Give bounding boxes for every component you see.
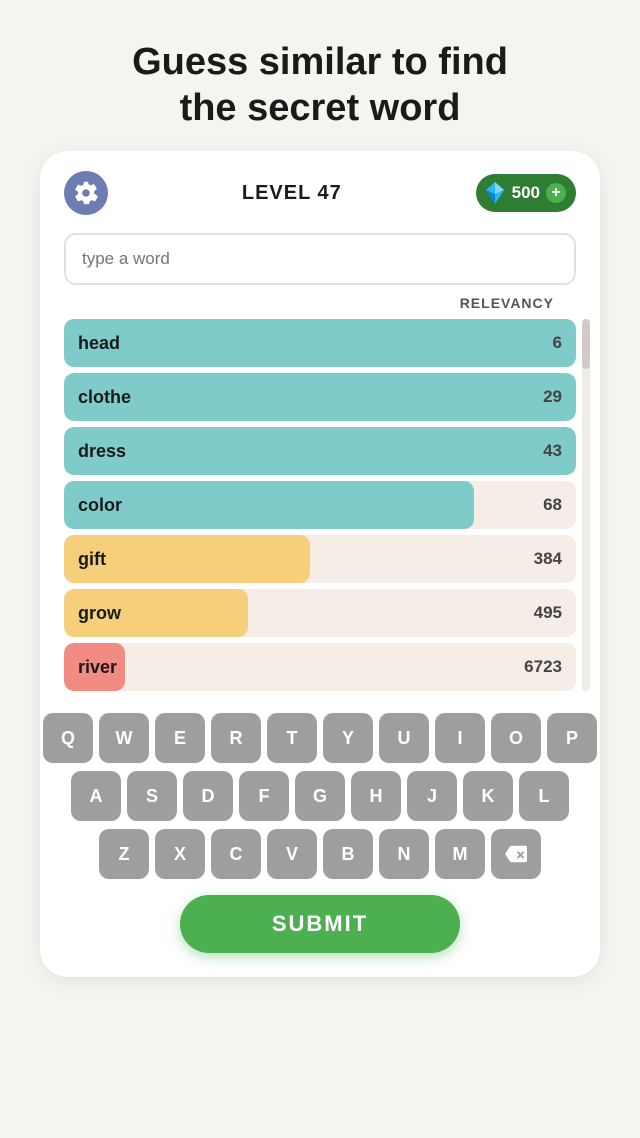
word-text: color	[64, 495, 543, 516]
key-g[interactable]: G	[295, 771, 345, 821]
list-item: clothe29	[64, 373, 576, 421]
list-item: dress43	[64, 427, 576, 475]
key-l[interactable]: L	[519, 771, 569, 821]
diamond-icon	[482, 180, 508, 206]
word-score: 495	[534, 603, 576, 623]
key-b[interactable]: B	[323, 829, 373, 879]
page-title: Guess similar to find the secret word	[132, 40, 508, 131]
word-list: head6 clothe29 dress43 color68 gift384 grow49…	[64, 319, 576, 691]
word-score: 6723	[524, 657, 576, 677]
key-r[interactable]: R	[211, 713, 261, 763]
word-score: 68	[543, 495, 576, 515]
keyboard-row: QWERTYUIOP	[43, 713, 597, 763]
key-j[interactable]: J	[407, 771, 457, 821]
key-t[interactable]: T	[267, 713, 317, 763]
key-z[interactable]: Z	[99, 829, 149, 879]
list-item: head6	[64, 319, 576, 367]
word-score: 384	[534, 549, 576, 569]
key-a[interactable]: A	[71, 771, 121, 821]
game-card: LEVEL 47 500 + RELEVANCY head6 clothe29 dr…	[40, 151, 600, 977]
keyboard-row: ZXCVBNM	[99, 829, 541, 879]
word-text: gift	[64, 549, 534, 570]
word-score: 29	[543, 387, 576, 407]
add-gems-button[interactable]: +	[546, 183, 566, 203]
list-item: color68	[64, 481, 576, 529]
word-score: 43	[543, 441, 576, 461]
word-text: river	[64, 657, 524, 678]
key-h[interactable]: H	[351, 771, 401, 821]
settings-button[interactable]	[64, 171, 108, 215]
scrollbar-track[interactable]	[582, 319, 590, 691]
key-d[interactable]: D	[183, 771, 233, 821]
key-i[interactable]: I	[435, 713, 485, 763]
key-o[interactable]: O	[491, 713, 541, 763]
scrollbar-thumb[interactable]	[582, 319, 590, 369]
list-item: grow495	[64, 589, 576, 637]
key-f[interactable]: F	[239, 771, 289, 821]
submit-button[interactable]: SUBMIT	[180, 895, 460, 953]
key-e[interactable]: E	[155, 713, 205, 763]
word-input[interactable]	[64, 233, 576, 285]
gems-badge: 500 +	[476, 174, 576, 212]
keyboard: QWERTYUIOPASDFGHJKLZXCVBNM	[64, 713, 576, 879]
word-score: 6	[553, 333, 576, 353]
gear-icon	[73, 180, 99, 206]
word-text: head	[64, 333, 553, 354]
key-y[interactable]: Y	[323, 713, 373, 763]
backspace-key[interactable]	[491, 829, 541, 879]
level-display: LEVEL 47	[242, 182, 342, 205]
key-k[interactable]: K	[463, 771, 513, 821]
key-n[interactable]: N	[379, 829, 429, 879]
key-m[interactable]: M	[435, 829, 485, 879]
word-text: clothe	[64, 387, 543, 408]
key-s[interactable]: S	[127, 771, 177, 821]
key-p[interactable]: P	[547, 713, 597, 763]
key-x[interactable]: X	[155, 829, 205, 879]
key-w[interactable]: W	[99, 713, 149, 763]
key-u[interactable]: U	[379, 713, 429, 763]
key-v[interactable]: V	[267, 829, 317, 879]
card-header: LEVEL 47 500 +	[64, 171, 576, 215]
key-c[interactable]: C	[211, 829, 261, 879]
gems-count: 500	[512, 183, 540, 203]
word-text: dress	[64, 441, 543, 462]
key-q[interactable]: Q	[43, 713, 93, 763]
word-text: grow	[64, 603, 534, 624]
relevancy-header: RELEVANCY	[64, 295, 576, 311]
list-item: river6723	[64, 643, 576, 691]
keyboard-row: ASDFGHJKL	[71, 771, 569, 821]
list-item: gift384	[64, 535, 576, 583]
